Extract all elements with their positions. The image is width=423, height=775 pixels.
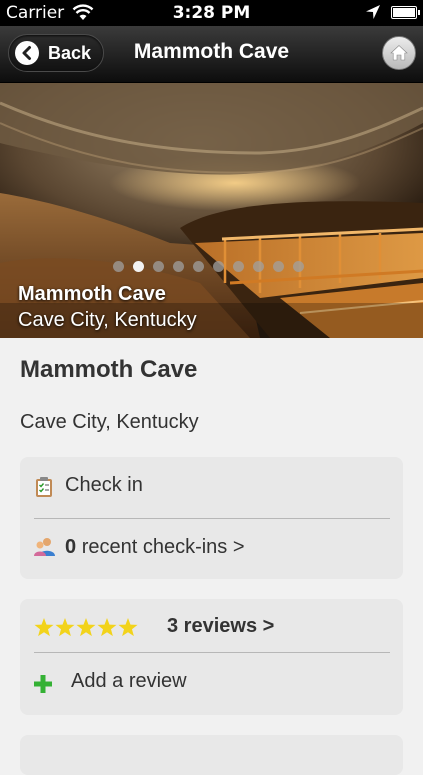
recent-checkins-label: recent check-ins > bbox=[81, 536, 245, 558]
place-name: Mammoth Cave bbox=[20, 356, 198, 383]
people-icon bbox=[34, 538, 55, 556]
status-bar: Carrier 3:28 PM bbox=[0, 0, 423, 26]
recent-checkins-row[interactable]: 0 recent check-ins > bbox=[20, 519, 403, 579]
reviews-card: 3 reviews > Add a review bbox=[20, 599, 403, 715]
plus-icon bbox=[34, 675, 52, 693]
clipboard-checklist-icon bbox=[36, 477, 52, 497]
carousel-dot[interactable] bbox=[293, 261, 304, 272]
location-arrow-icon bbox=[366, 5, 380, 19]
back-button-label: Back bbox=[48, 43, 92, 63]
recent-checkins-text: 0 recent check-ins > bbox=[65, 536, 245, 559]
add-review-row[interactable]: Add a review bbox=[20, 653, 403, 715]
reviews-row[interactable]: 3 reviews > bbox=[20, 599, 403, 653]
check-in-row[interactable]: Check in bbox=[20, 457, 403, 518]
star-icon bbox=[34, 618, 54, 637]
back-button[interactable]: Back bbox=[8, 34, 104, 72]
star-icon bbox=[76, 618, 96, 637]
carousel-dot[interactable] bbox=[153, 261, 164, 272]
battery-icon bbox=[391, 6, 420, 19]
photo-carousel[interactable]: Mammoth Cave Cave City, Kentucky bbox=[0, 83, 423, 338]
carousel-dot[interactable] bbox=[273, 261, 284, 272]
status-time: 3:28 PM bbox=[172, 3, 251, 23]
hero-title: Mammoth Cave bbox=[18, 283, 166, 305]
home-icon bbox=[390, 45, 408, 61]
reviews-link: 3 reviews > bbox=[167, 615, 275, 637]
carousel-dot[interactable] bbox=[133, 261, 144, 272]
recent-checkins-count: 0 bbox=[65, 536, 77, 558]
more-card bbox=[20, 735, 403, 775]
checkin-card: Check in 0 recent check-ins > bbox=[20, 457, 403, 579]
star-icon bbox=[118, 618, 138, 637]
nav-title: Mammoth Cave bbox=[133, 40, 290, 63]
check-in-label: Check in bbox=[65, 474, 143, 496]
star-icon bbox=[55, 618, 75, 637]
carousel-dot[interactable] bbox=[173, 261, 184, 272]
star-rating bbox=[34, 618, 144, 638]
carousel-dot[interactable] bbox=[233, 261, 244, 272]
carousel-dot[interactable] bbox=[193, 261, 204, 272]
place-location: Cave City, Kentucky bbox=[20, 411, 199, 433]
carousel-dot[interactable] bbox=[113, 261, 124, 272]
carousel-dot[interactable] bbox=[213, 261, 224, 272]
star-icon bbox=[97, 618, 117, 637]
back-arrow-icon bbox=[15, 41, 39, 65]
hero-subtitle: Cave City, Kentucky bbox=[18, 309, 197, 331]
carousel-dot[interactable] bbox=[253, 261, 264, 272]
home-button[interactable] bbox=[382, 36, 416, 70]
add-review-label: Add a review bbox=[71, 670, 187, 692]
navigation-bar: Back Mammoth Cave bbox=[0, 26, 423, 83]
